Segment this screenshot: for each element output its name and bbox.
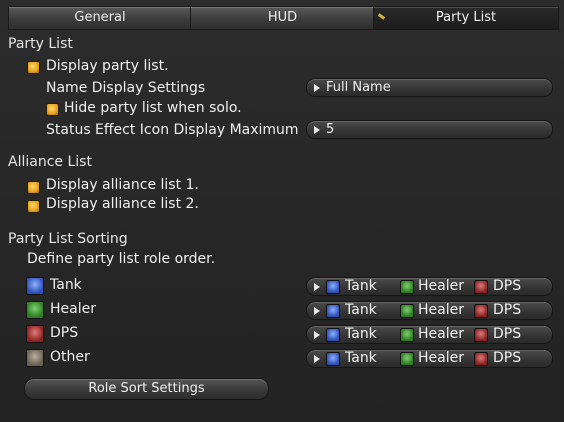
status-icon-max-label: Status Effect Icon Display Maximum: [46, 122, 299, 138]
dropdown-arrow-icon: [314, 331, 320, 339]
dropdown-arrow-icon: [314, 283, 320, 291]
display-party-list-label: Display party list.: [46, 58, 169, 74]
dps-icon: [26, 325, 44, 343]
name-display-dropdown[interactable]: Full Name: [306, 78, 553, 97]
role-label-other: Other: [50, 349, 90, 365]
dropdown-arrow-icon: [314, 126, 320, 134]
tab-general[interactable]: General: [8, 6, 192, 30]
dps-icon: [474, 304, 488, 318]
role-label-tank: Tank: [50, 277, 82, 293]
other-icon: [26, 349, 44, 367]
tank-icon: [326, 304, 340, 318]
healer-icon: [400, 352, 414, 366]
role-label-healer: Healer: [50, 301, 96, 317]
status-icon-max-dropdown[interactable]: 5: [306, 120, 553, 139]
dps-icon: [474, 280, 488, 294]
display-party-list-checkbox[interactable]: [27, 61, 40, 74]
sorting-description: Define party list role order.: [27, 251, 216, 267]
tank-icon: [326, 328, 340, 342]
role-label-dps: DPS: [50, 325, 79, 341]
dropdown-arrow-icon: [314, 84, 320, 92]
dropdown-arrow-icon: [314, 355, 320, 363]
dps-icon: [474, 352, 488, 366]
active-tab-marker: [377, 13, 386, 20]
role-sort-settings-button[interactable]: Role Sort Settings: [24, 378, 269, 400]
role-order-dropdown-other[interactable]: Tank Healer DPS: [306, 349, 553, 368]
healer-icon: [400, 328, 414, 342]
tank-icon: [326, 352, 340, 366]
role-order-dropdown-tank[interactable]: Tank Healer DPS: [306, 277, 553, 296]
alliance-list-2-checkbox[interactable]: [27, 200, 40, 213]
role-order-dropdown-healer[interactable]: Tank Healer DPS: [306, 301, 553, 320]
alliance-list-heading: Alliance List: [8, 154, 92, 170]
tank-icon: [26, 277, 44, 295]
dps-icon: [474, 328, 488, 342]
healer-icon: [26, 301, 44, 319]
dropdown-arrow-icon: [314, 307, 320, 315]
party-list-sorting-heading: Party List Sorting: [8, 231, 128, 247]
healer-icon: [400, 280, 414, 294]
alliance-list-1-label: Display alliance list 1.: [46, 177, 199, 193]
role-order-dropdown-dps[interactable]: Tank Healer DPS: [306, 325, 553, 344]
hide-solo-checkbox[interactable]: [46, 103, 59, 116]
tab-bar: General HUD Party List: [0, 0, 564, 34]
tank-icon: [326, 280, 340, 294]
name-display-settings-label: Name Display Settings: [46, 80, 206, 96]
party-list-heading: Party List: [8, 36, 73, 52]
tab-party-list[interactable]: Party List: [373, 6, 559, 30]
healer-icon: [400, 304, 414, 318]
tab-hud[interactable]: HUD: [190, 6, 375, 30]
alliance-list-2-label: Display alliance list 2.: [46, 196, 199, 212]
hide-solo-label: Hide party list when solo.: [64, 100, 242, 116]
alliance-list-1-checkbox[interactable]: [27, 181, 40, 194]
